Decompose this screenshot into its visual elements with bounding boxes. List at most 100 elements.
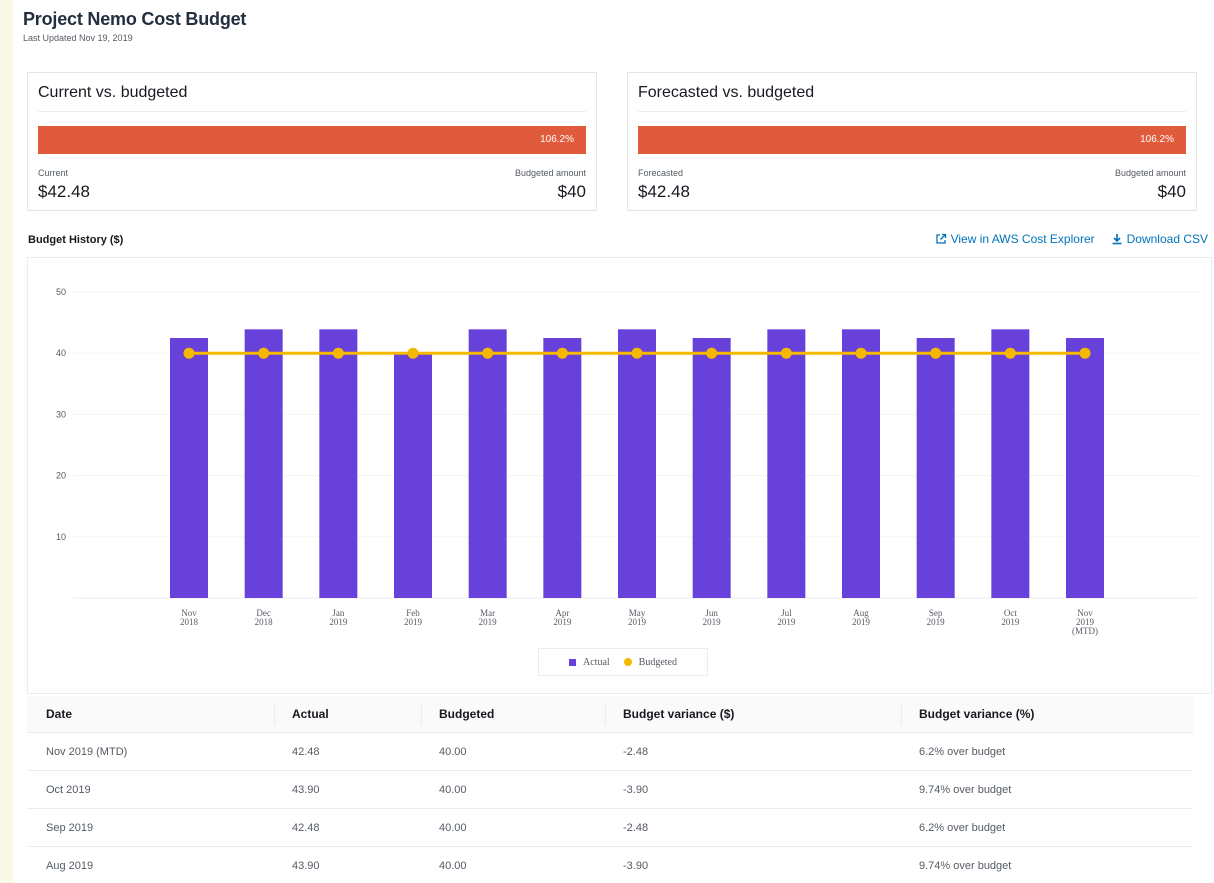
- legend-item-budgeted[interactable]: Budgeted: [623, 656, 677, 668]
- point-budgeted: [930, 347, 942, 359]
- x-tick-label: 2019: [628, 617, 647, 627]
- y-tick-label: 40: [56, 348, 66, 358]
- column-header-date[interactable]: Date: [46, 707, 72, 721]
- cell-budgeted: 40.00: [439, 859, 467, 872]
- forecasted-value: $42.48: [638, 182, 690, 201]
- x-tick-label: 2018: [180, 617, 199, 627]
- history-actions: View in AWS Cost Explorer Download CSV: [935, 232, 1208, 246]
- x-tick-label: 2019: [927, 617, 946, 627]
- bar-actual: [916, 338, 955, 598]
- legend-swatch-actual: [569, 658, 576, 666]
- cell-actual: 43.90: [292, 783, 320, 796]
- cell-date: Oct 2019: [46, 783, 91, 796]
- progress-percent: 106.2%: [540, 134, 574, 145]
- point-budgeted: [407, 347, 419, 359]
- point-budgeted: [482, 347, 494, 359]
- budgeted-amount-label: Budgeted amount: [1114, 168, 1186, 178]
- column-header-variance-dollars[interactable]: Budget variance ($): [604, 703, 734, 725]
- budget-history-table: Date Actual Budgeted Budget variance ($)…: [27, 696, 1193, 883]
- point-budgeted: [780, 347, 792, 359]
- forecasted-label: Forecasted: [638, 168, 684, 178]
- divider: [38, 111, 586, 112]
- last-updated-text: Last Updated Nov 19, 2019: [23, 33, 133, 43]
- x-tick-label: 2019: [1001, 617, 1020, 627]
- x-tick-label: 2019: [329, 617, 348, 627]
- x-tick-label: 2019: [479, 617, 498, 627]
- point-budgeted: [332, 347, 344, 359]
- cell-variance-percent: 6.2% over budget: [919, 745, 1006, 758]
- bar-actual: [618, 329, 656, 598]
- budgeted-amount-label: Budgeted amount: [514, 168, 586, 178]
- y-tick-label: 20: [56, 471, 66, 481]
- view-in-cost-explorer-label: View in AWS Cost Explorer: [950, 232, 1095, 246]
- download-csv-label: Download CSV: [1126, 232, 1208, 246]
- table-row: Nov 2019 (MTD) 42.48 40.00 -2.48 6.2% over b…: [27, 733, 1193, 771]
- point-budgeted: [706, 347, 718, 359]
- x-tick-label: 2019: [553, 617, 572, 627]
- chart-svg: 1020304050Nov2018Dec2018Jan2019Feb2019Ma…: [56, 287, 1198, 636]
- budgeted-amount-value: $40: [557, 182, 586, 201]
- cell-variance-dollars: -3.90: [623, 783, 649, 796]
- x-tick-label: 2019: [404, 617, 423, 627]
- x-tick-label: (MTD): [1072, 626, 1098, 636]
- cell-variance-percent: 9.74% over budget: [919, 783, 1012, 796]
- cell-actual: 43.90: [292, 859, 320, 872]
- x-tick-label: 2019: [703, 617, 722, 627]
- card-title: Current vs. budgeted: [38, 84, 188, 101]
- bar-actual: [244, 329, 283, 598]
- point-budgeted: [1004, 347, 1016, 359]
- table-row: Oct 2019 43.90 40.00 -3.90 9.74% over budget: [27, 771, 1193, 809]
- legend-label-budgeted: Budgeted: [638, 656, 677, 668]
- x-tick-label: 2019: [852, 617, 871, 627]
- point-budgeted: [183, 347, 195, 359]
- cell-actual: 42.48: [292, 821, 320, 834]
- bar-actual: [170, 338, 208, 598]
- legend-label-actual: Actual: [583, 656, 610, 668]
- download-icon: [1112, 234, 1122, 245]
- budget-page: Project Nemo Cost Budget Last Updated No…: [13, 0, 1214, 883]
- budgeted-amount-value: $40: [1157, 182, 1186, 201]
- forecasted-vs-budgeted-card: Forecasted vs. budgeted 106.2% Forecaste…: [627, 72, 1197, 211]
- point-budgeted: [556, 347, 568, 359]
- y-tick-label: 30: [56, 409, 66, 419]
- cell-variance-dollars: -3.90: [623, 859, 649, 872]
- cell-budgeted: 40.00: [439, 821, 467, 834]
- cell-budgeted: 40.00: [439, 745, 467, 758]
- card-title: Forecasted vs. budgeted: [638, 84, 815, 101]
- cell-budgeted: 40.00: [439, 783, 467, 796]
- cell-variance-dollars: -2.48: [623, 745, 649, 758]
- bar-actual: [991, 329, 1030, 598]
- x-tick-label: 2019: [777, 617, 796, 627]
- point-budgeted: [855, 347, 867, 359]
- y-tick-label: 10: [56, 532, 66, 542]
- y-tick-label: 50: [56, 287, 66, 297]
- bar-actual: [767, 329, 806, 598]
- download-csv-link[interactable]: Download CSV: [1111, 232, 1208, 246]
- budget-history-chart: 10 20 30 40 50 Nov 2018 Dec 2018 Jan 2019 Feb 2019 Ma…: [27, 257, 1212, 694]
- progress-percent: 106.2%: [1140, 134, 1174, 145]
- legend-item-actual[interactable]: Actual: [569, 657, 610, 668]
- cell-date: Nov 2019 (MTD): [46, 745, 128, 758]
- table-row: Sep 2019 42.48 40.00 -2.48 6.2% over budget: [27, 809, 1193, 847]
- legend-swatch-budgeted: [623, 658, 632, 666]
- current-value: $42.48: [38, 182, 90, 201]
- bar-actual: [692, 338, 731, 598]
- cell-variance-percent: 6.2% over budget: [919, 821, 1006, 834]
- cell-actual: 42.48: [292, 745, 320, 758]
- bar-actual: [543, 338, 582, 598]
- point-budgeted: [1079, 347, 1091, 359]
- view-in-cost-explorer-link[interactable]: View in AWS Cost Explorer: [935, 232, 1095, 246]
- page-title: Project Nemo Cost Budget: [23, 9, 247, 29]
- column-header-actual[interactable]: Actual: [274, 703, 329, 725]
- bar-actual: [394, 353, 432, 598]
- cell-variance-percent: 9.74% over budget: [919, 859, 1012, 872]
- current-vs-budgeted-card: Current vs. budgeted 106.2% Current $42.…: [27, 72, 597, 211]
- column-header-budgeted[interactable]: Budgeted: [420, 703, 494, 725]
- current-label: Current: [38, 168, 69, 178]
- page-header: Project Nemo Cost Budget Last Updated No…: [23, 9, 246, 43]
- bar-actual: [468, 329, 507, 598]
- point-budgeted: [258, 347, 270, 359]
- column-header-variance-percent[interactable]: Budget variance (%): [900, 703, 1034, 725]
- table-header-row: Date Actual Budgeted Budget variance ($)…: [27, 696, 1193, 733]
- cell-variance-dollars: -2.48: [623, 821, 649, 834]
